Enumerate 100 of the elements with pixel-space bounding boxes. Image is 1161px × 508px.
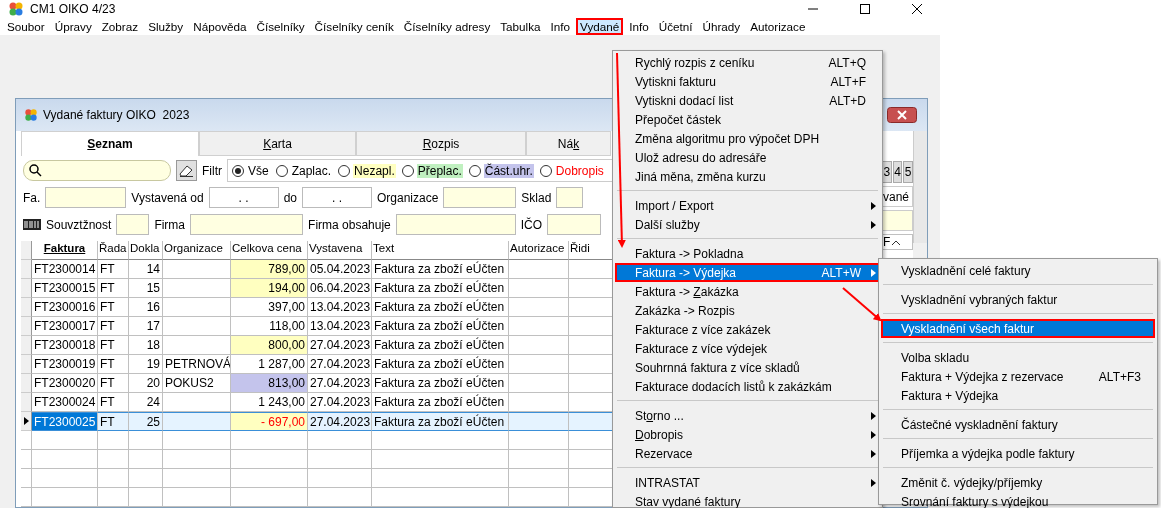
menu-bar-item[interactable]: Soubor bbox=[3, 18, 49, 35]
menu-item[interactable]: Faktura + Výdejka bbox=[881, 386, 1155, 405]
menu-bar-item[interactable]: Info bbox=[546, 18, 575, 35]
input-field[interactable]: . . bbox=[302, 187, 372, 208]
submenu-arrow-icon bbox=[871, 430, 876, 439]
menu-item[interactable]: Faktura -> Výdejka ALT+W bbox=[615, 263, 880, 282]
menu-bar-item[interactable]: Info bbox=[625, 18, 653, 35]
radio-button[interactable] bbox=[232, 164, 244, 177]
menu-item[interactable]: Stav vydané faktury bbox=[615, 492, 880, 508]
menu-item[interactable]: Jiná měna, změna kurzu bbox=[615, 167, 880, 186]
menu-item[interactable]: Změnit č. výdejky/příjemky bbox=[881, 473, 1155, 492]
menu-item[interactable]: Import / Export bbox=[615, 196, 880, 215]
table-cell bbox=[163, 450, 231, 469]
table-cell bbox=[509, 412, 569, 431]
input-field[interactable] bbox=[190, 214, 304, 235]
input-field[interactable]: . . bbox=[208, 187, 279, 208]
table-cell bbox=[163, 469, 231, 488]
search-icon bbox=[29, 164, 42, 177]
input-field[interactable] bbox=[556, 187, 584, 208]
search-field[interactable] bbox=[23, 160, 171, 181]
table-cell: 17 bbox=[129, 317, 163, 336]
input-field[interactable] bbox=[443, 187, 517, 208]
menu-item[interactable]: Ulož adresu do adresáře bbox=[615, 148, 880, 167]
menu-item[interactable]: Volba skladu bbox=[881, 348, 1155, 367]
menu-bar-item[interactable]: Číselníky bbox=[252, 18, 309, 35]
table-cell: - 697,00 bbox=[231, 412, 308, 431]
table-cell: FT2300024 bbox=[32, 393, 98, 412]
menu-item[interactable]: Faktura + Výdejka z rezervace ALT+F3 bbox=[881, 367, 1155, 386]
menu-item[interactable]: Fakturace z více zakázek bbox=[615, 320, 880, 339]
table-cell bbox=[509, 298, 569, 317]
row-indicator[interactable] bbox=[21, 412, 32, 431]
menu-item[interactable]: Zakázka -> Rozpis bbox=[615, 301, 880, 320]
menu-bar-item[interactable]: Nápověda bbox=[189, 18, 251, 35]
input-field[interactable] bbox=[547, 214, 602, 235]
menu-bar-item[interactable]: Číselníky adresy bbox=[399, 18, 495, 35]
menu-bar-item[interactable]: Vydané bbox=[576, 18, 624, 35]
input-field[interactable] bbox=[45, 187, 127, 208]
tab[interactable]: Seznam bbox=[21, 131, 199, 156]
page-button[interactable]: 4 bbox=[892, 161, 903, 183]
menu-item[interactable]: Vyskladnění všech faktur bbox=[881, 319, 1155, 338]
field-label: Fa. bbox=[23, 190, 41, 205]
radio-label: Zaplac. bbox=[290, 163, 333, 178]
table-cell: 14 bbox=[129, 260, 163, 279]
menu-item[interactable]: Částečné vyskladnění faktury bbox=[881, 415, 1155, 434]
radio-button[interactable] bbox=[468, 164, 481, 177]
menu-item[interactable]: Další služby bbox=[615, 215, 880, 234]
menu-bar-item[interactable]: Zobraz bbox=[97, 18, 143, 35]
submenu-arrow-icon bbox=[871, 478, 876, 487]
table-cell: 27.04.2023 bbox=[308, 374, 372, 393]
menu-item[interactable]: Fakturace z více výdejek bbox=[615, 339, 880, 358]
menu-bar-item[interactable]: Služby bbox=[144, 18, 188, 35]
table-cell: FT2300019 bbox=[32, 355, 98, 374]
table-cell: 24 bbox=[129, 393, 163, 412]
menu-item[interactable]: Změna algoritmu pro výpočet DPH bbox=[615, 129, 880, 148]
menu-bar-item[interactable]: Číselníky ceník bbox=[310, 18, 398, 35]
menu-bar-item[interactable]: Tabulka bbox=[496, 18, 545, 35]
radio-button[interactable] bbox=[275, 164, 288, 177]
column-header[interactable]: F bbox=[882, 234, 913, 250]
menu-item[interactable]: Faktura -> Pokladna bbox=[615, 244, 880, 263]
eraser-button[interactable] bbox=[176, 160, 197, 181]
menu-bar-item[interactable]: Autorizace bbox=[746, 18, 810, 35]
menu-item[interactable]: Vytiskni fakturu ALT+F bbox=[615, 72, 880, 91]
scrollbar[interactable] bbox=[913, 131, 927, 243]
table-cell: Faktura za zboží eÚčten bbox=[372, 412, 509, 431]
menu-item[interactable]: Vyskladnění vybraných faktur bbox=[881, 290, 1155, 309]
menu-item[interactable]: Vytiskni dodací list ALT+D bbox=[615, 91, 880, 110]
menu-item[interactable]: Rezervace bbox=[615, 444, 880, 463]
table-cell: 27.04.2023 bbox=[308, 393, 372, 412]
menu-item[interactable]: Storno ... bbox=[615, 406, 880, 425]
input-field[interactable] bbox=[116, 214, 150, 235]
menu-item[interactable]: Přepočet částek bbox=[615, 110, 880, 129]
tab[interactable]: Karta bbox=[199, 131, 356, 156]
table-cell: 05.04.2023 bbox=[308, 260, 372, 279]
menu-item[interactable]: Fakturace dodacích listů k zakázkám bbox=[615, 377, 880, 396]
menu-item[interactable]: Příjemka a výdejka podle faktury bbox=[881, 444, 1155, 463]
menu-item[interactable]: INTRASTAT bbox=[615, 473, 880, 492]
menu-item[interactable]: Srovnání faktury s výdejkou bbox=[881, 492, 1155, 508]
radio-button[interactable] bbox=[338, 164, 351, 177]
menu-bar-item[interactable]: Úhrady bbox=[698, 18, 745, 35]
input-field[interactable] bbox=[395, 214, 516, 235]
input-field[interactable] bbox=[882, 210, 913, 231]
menu-bar-item[interactable]: Účetní bbox=[654, 18, 697, 35]
menu-item[interactable]: Souhrnná faktura z více skladů bbox=[615, 358, 880, 377]
radio-label: Přeplac. bbox=[416, 163, 463, 178]
radio-button[interactable] bbox=[539, 164, 552, 177]
table-cell bbox=[163, 488, 231, 507]
radio-button[interactable] bbox=[401, 164, 414, 177]
menu-item[interactable]: Vyskladnění celé faktury bbox=[881, 261, 1155, 280]
menu-item[interactable]: Rychlý rozpis z ceníku ALT+Q bbox=[615, 53, 880, 72]
table-cell bbox=[21, 488, 32, 507]
tab[interactable]: Rozpis bbox=[356, 131, 526, 156]
submenu-arrow-icon bbox=[871, 411, 876, 420]
table-cell bbox=[21, 450, 32, 469]
close-icon[interactable] bbox=[887, 107, 917, 123]
menu-item[interactable]: Dobropis bbox=[615, 425, 880, 444]
input-field[interactable]: vané bbox=[882, 186, 913, 207]
menu-bar-item[interactable]: Úpravy bbox=[50, 18, 96, 35]
tab[interactable]: Nák bbox=[526, 131, 611, 156]
app-logo-icon bbox=[8, 1, 24, 17]
menu-item[interactable]: Faktura -> Zakázka bbox=[615, 282, 880, 301]
